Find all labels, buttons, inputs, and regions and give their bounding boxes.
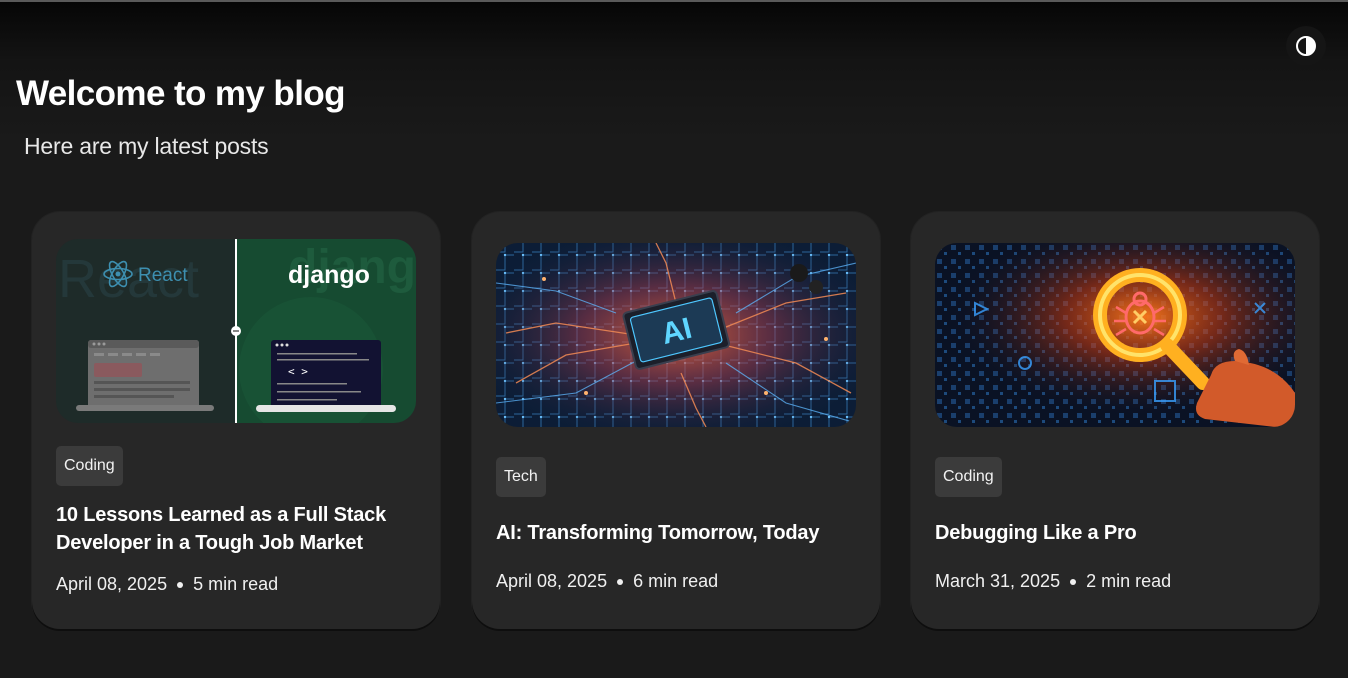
- post-card[interactable]: React django React django: [32, 212, 440, 629]
- laptop-left-icon: [76, 340, 214, 411]
- separator-dot: [1070, 578, 1077, 585]
- read-time: 5 min read: [193, 574, 279, 594]
- separator-dot: [177, 581, 184, 588]
- post-date: March 31, 2025: [935, 571, 1061, 591]
- post-title[interactable]: Debugging Like a Pro: [935, 519, 1295, 547]
- read-time: 6 min read: [633, 571, 719, 591]
- post-date: April 08, 2025: [56, 574, 168, 594]
- theme-toggle-button[interactable]: [1286, 26, 1326, 66]
- separator-dot: [617, 578, 624, 585]
- read-time: 2 min read: [1086, 571, 1172, 591]
- post-card[interactable]: Coding Debugging Like a Pro March 31, 20…: [911, 212, 1319, 629]
- page-title: Welcome to my blog: [16, 74, 345, 113]
- post-card[interactable]: AI Tech AI: Transforming Tomorrow, Today…: [472, 212, 880, 629]
- blog-page: Welcome to my blog Here are my latest po…: [0, 0, 1348, 678]
- post-thumbnail-ai-chip[interactable]: AI: [496, 243, 856, 427]
- post-list: React django React django: [32, 212, 1319, 630]
- post-thumbnail-react-django[interactable]: React django React django: [56, 239, 416, 423]
- post-meta: April 08, 2025 6 min read: [496, 571, 718, 592]
- code-glyph-text: < >: [288, 365, 308, 378]
- category-badge[interactable]: Tech: [496, 457, 546, 497]
- post-title[interactable]: AI: Transforming Tomorrow, Today: [496, 519, 856, 547]
- laptop-right-icon: < >: [256, 340, 396, 412]
- category-badge[interactable]: Coding: [935, 457, 1002, 497]
- django-logo-text: django: [288, 261, 370, 289]
- post-thumbnail-debugging[interactable]: [935, 243, 1295, 427]
- post-date: April 08, 2025: [496, 571, 608, 591]
- contrast-icon: [1296, 36, 1316, 56]
- react-logo-text: React: [138, 265, 188, 286]
- category-badge[interactable]: Coding: [56, 446, 123, 486]
- post-title[interactable]: 10 Lessons Learned as a Full Stack Devel…: [56, 501, 416, 557]
- post-meta: April 08, 2025 5 min read: [56, 574, 278, 595]
- page-subtitle: Here are my latest posts: [24, 133, 269, 159]
- post-meta: March 31, 2025 2 min read: [935, 571, 1171, 592]
